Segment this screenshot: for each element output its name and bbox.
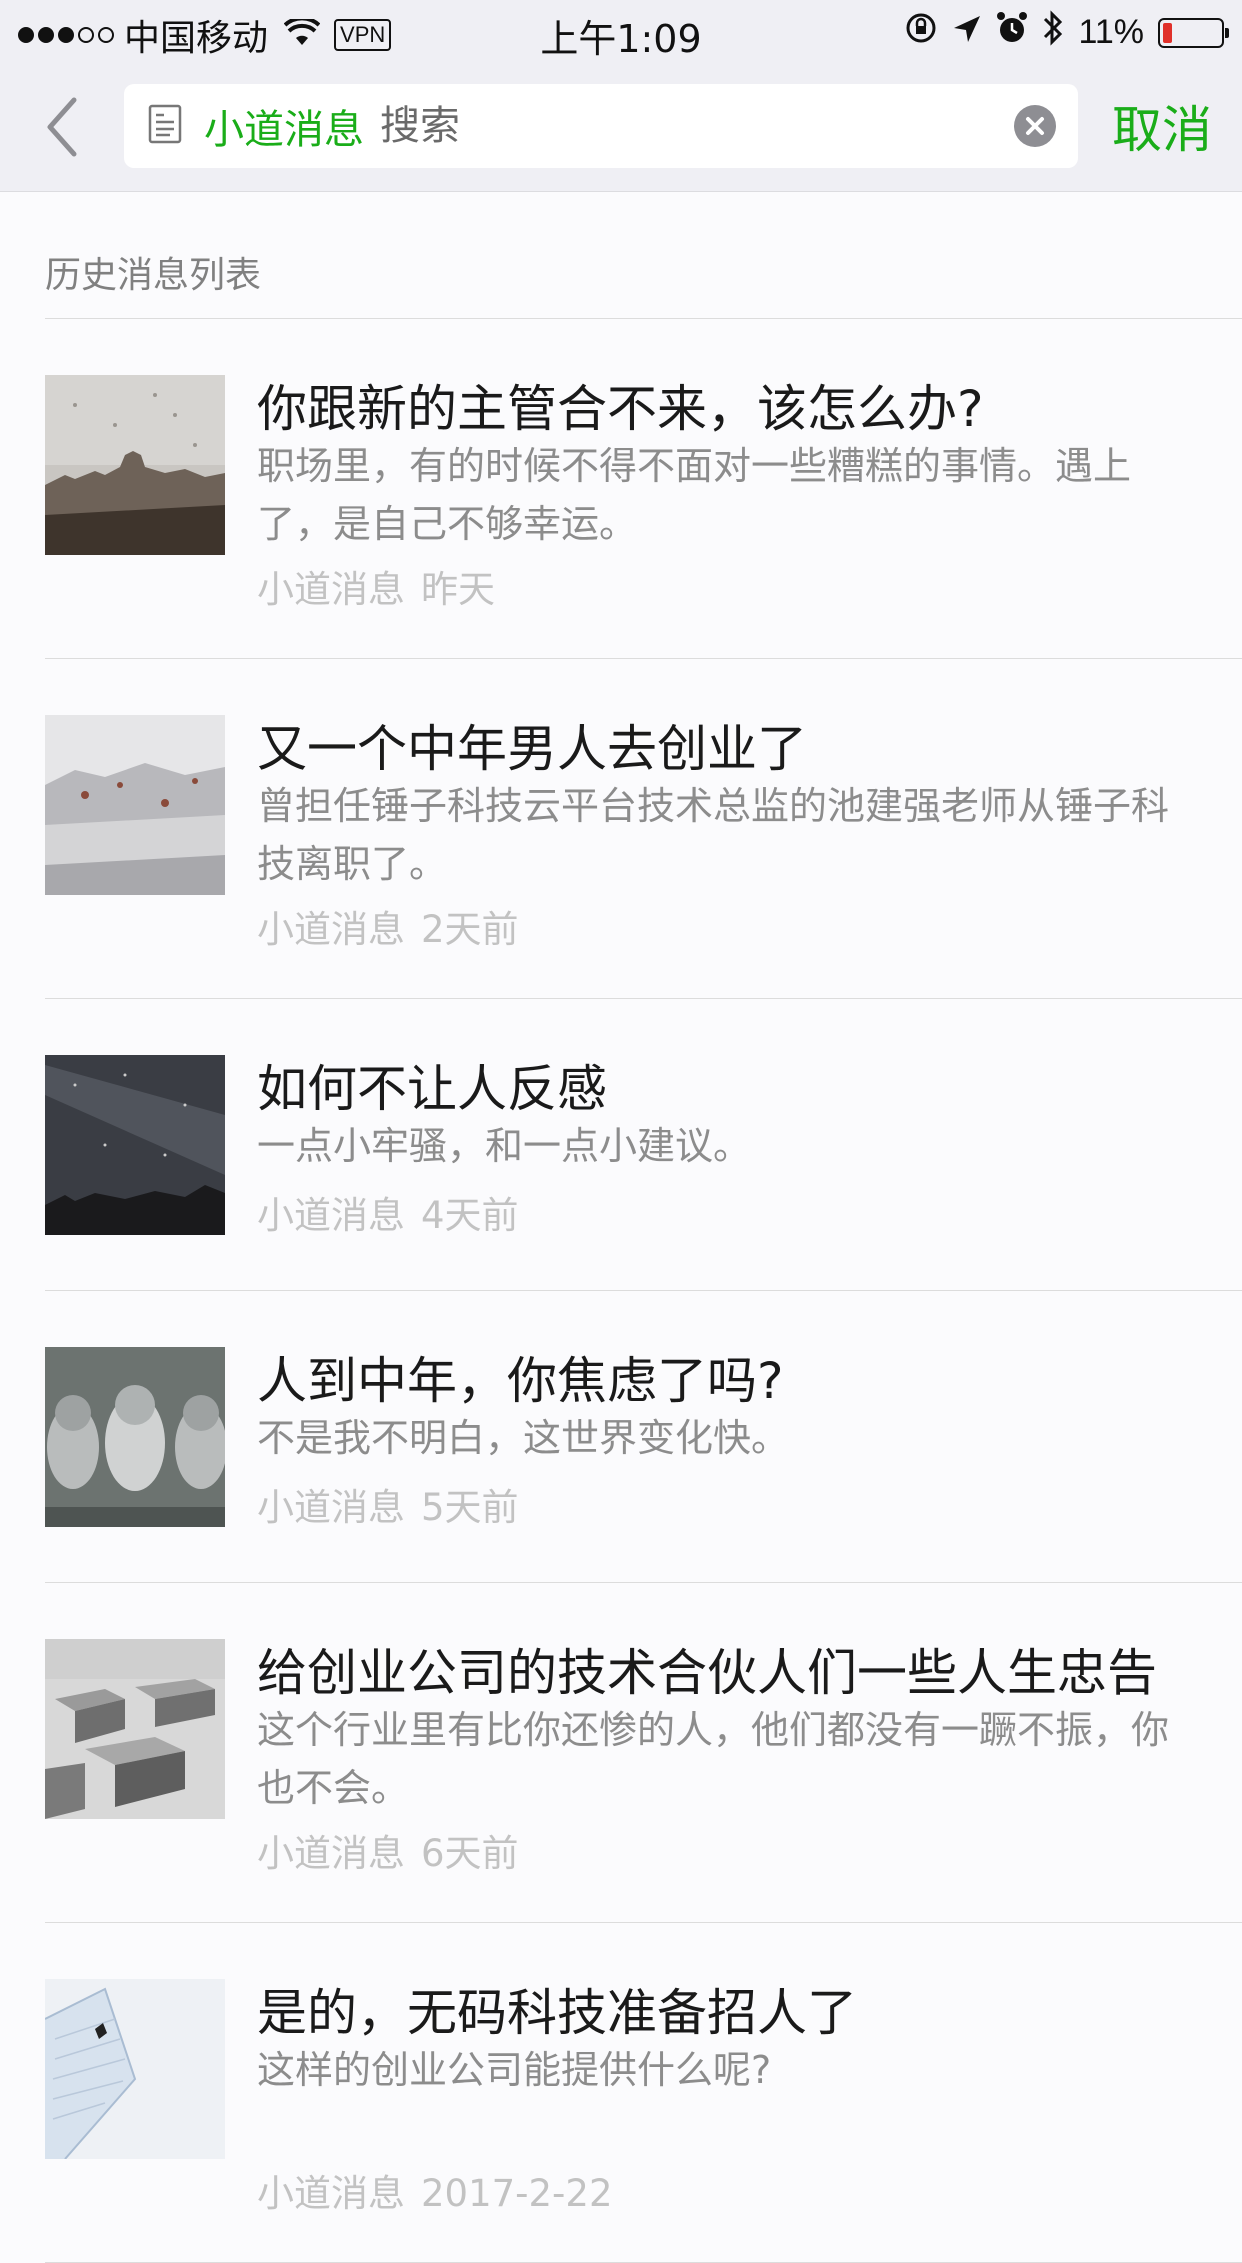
article-thumbnail bbox=[45, 1639, 225, 1819]
article-thumbnail bbox=[44, 1979, 225, 2160]
article-source: 小道消息 bbox=[257, 908, 405, 951]
article-doc-icon bbox=[148, 104, 182, 148]
list-item[interactable]: 如何不让人反感 一点小牢骚，和一点小建议。 小道消息 4天前 bbox=[45, 999, 1242, 1291]
article-meta: 小道消息 2017-2-22 bbox=[257, 2163, 613, 2217]
search-input[interactable] bbox=[380, 103, 960, 149]
list-item[interactable]: 给创业公司的技术合伙人们一些人生忠告 这个行业里有比你还惨的人，他们都没有一蹶不… bbox=[45, 1583, 1242, 1923]
article-title: 你跟新的主管合不来，该怎么办? bbox=[257, 380, 984, 438]
search-scope-label: 小道消息 bbox=[204, 107, 364, 153]
article-source: 小道消息 bbox=[257, 1194, 405, 1237]
article-title: 又一个中年男人去创业了 bbox=[257, 720, 807, 778]
article-thumbnail bbox=[45, 1347, 227, 1527]
article-thumbnail bbox=[45, 715, 225, 895]
clear-search-button[interactable] bbox=[1014, 105, 1056, 147]
article-date: 2天前 bbox=[421, 908, 519, 951]
article-source: 小道消息 bbox=[257, 568, 405, 611]
article-date: 昨天 bbox=[421, 568, 495, 611]
alarm-icon bbox=[996, 11, 1028, 54]
article-source: 小道消息 bbox=[257, 1486, 405, 1529]
article-thumbnail bbox=[45, 375, 225, 555]
clear-icon bbox=[1014, 105, 1056, 147]
article-meta: 小道消息 昨天 bbox=[257, 559, 495, 613]
article-date: 4天前 bbox=[421, 1194, 519, 1237]
list-item[interactable]: 是的，无码科技准备招人了 这样的创业公司能提供什么呢? 小道消息 2017-2-2… bbox=[44, 1923, 1242, 2263]
orientation-lock-icon bbox=[904, 11, 938, 54]
list-item[interactable]: 你跟新的主管合不来，该怎么办? 职场里，有的时候不得不面对一些糟糕的事情。遇上了… bbox=[45, 319, 1242, 659]
article-title: 人到中年，你焦虑了吗? bbox=[257, 1352, 784, 1410]
article-meta: 小道消息 5天前 bbox=[257, 1477, 519, 1531]
article-title: 是的，无码科技准备招人了 bbox=[257, 1984, 857, 2042]
article-date: 2017-2-22 bbox=[421, 2172, 613, 2215]
article-meta: 小道消息 2天前 bbox=[257, 899, 519, 953]
chevron-left-icon bbox=[47, 97, 77, 157]
bluetooth-icon bbox=[1042, 10, 1064, 55]
search-nav-bar: 小道消息 取消 bbox=[0, 62, 1242, 192]
article-date: 5天前 bbox=[421, 1486, 519, 1529]
article-title: 如何不让人反感 bbox=[257, 1060, 607, 1118]
cancel-button[interactable]: 取消 bbox=[1112, 90, 1212, 162]
article-digest: 一点小牢骚，和一点小建议。 bbox=[257, 1124, 752, 1168]
search-box[interactable]: 小道消息 bbox=[124, 84, 1078, 168]
section-title: 历史消息列表 bbox=[45, 255, 262, 296]
article-digest: 曾担任锤子科技云平台技术总监的池建强老师从锤子科技离职了。 bbox=[257, 784, 1170, 886]
article-source: 小道消息 bbox=[257, 1832, 405, 1875]
status-right: 11% bbox=[904, 10, 1229, 55]
status-bar: 中国移动 VPN 上午1:09 11% bbox=[0, 0, 1242, 62]
article-meta: 小道消息 6天前 bbox=[257, 1823, 519, 1877]
article-date: 6天前 bbox=[421, 1832, 519, 1875]
article-source: 小道消息 bbox=[257, 2172, 405, 2215]
article-meta: 小道消息 4天前 bbox=[257, 1185, 519, 1239]
battery-percentage: 11% bbox=[1078, 13, 1144, 51]
article-thumbnail bbox=[45, 1055, 225, 1235]
article-digest: 职场里，有的时候不得不面对一些糟糕的事情。遇上了，是自己不够幸运。 bbox=[257, 444, 1132, 546]
location-arrow-icon bbox=[952, 12, 982, 53]
article-list: 你跟新的主管合不来，该怎么办? 职场里，有的时候不得不面对一些糟糕的事情。遇上了… bbox=[0, 319, 1242, 2263]
back-button[interactable] bbox=[40, 94, 90, 160]
article-title: 给创业公司的技术合伙人们一些人生忠告 bbox=[257, 1644, 1157, 1702]
article-digest: 这样的创业公司能提供什么呢? bbox=[257, 2048, 772, 2092]
battery-icon bbox=[1158, 17, 1229, 48]
article-digest: 不是我不明白，这世界变化快。 bbox=[257, 1416, 790, 1460]
list-item[interactable]: 又一个中年男人去创业了 曾担任锤子科技云平台技术总监的池建强老师从锤子科技离职了… bbox=[45, 659, 1242, 999]
list-item[interactable]: 人到中年，你焦虑了吗? 不是我不明白，这世界变化快。 小道消息 5天前 bbox=[45, 1291, 1242, 1583]
article-digest: 这个行业里有比你还惨的人，他们都没有一蹶不振，你也不会。 bbox=[257, 1708, 1170, 1810]
